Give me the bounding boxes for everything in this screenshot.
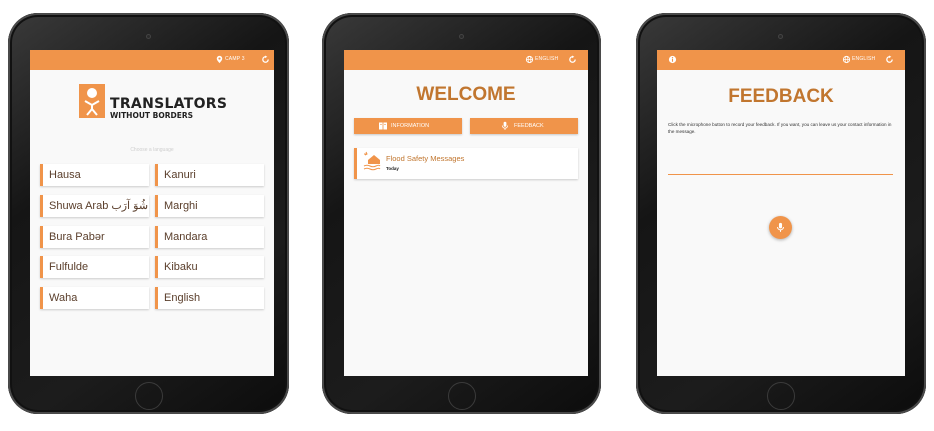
- home-button[interactable]: [767, 382, 795, 410]
- language-label[interactable]: ENGLISH: [852, 56, 875, 62]
- language-mandara[interactable]: Mandara: [155, 226, 264, 248]
- camera-dot: [459, 34, 464, 39]
- refresh-icon[interactable]: [568, 55, 577, 64]
- message-date: Today: [386, 166, 399, 171]
- location-label[interactable]: CAMP 3: [225, 56, 245, 62]
- tablet-feedback: ENGLISH FEEDBACK Click the microphone bu…: [636, 13, 926, 414]
- feedback-screen: ENGLISH FEEDBACK Click the microphone bu…: [657, 50, 905, 376]
- language-kibaku[interactable]: Kibaku: [155, 256, 264, 278]
- welcome-screen: ENGLISH WELCOME INFORMATION FEEDBACK Flo…: [344, 50, 588, 376]
- language-fulfulde[interactable]: Fulfulde: [40, 256, 149, 278]
- language-kanuri[interactable]: Kanuri: [155, 164, 264, 186]
- refresh-icon[interactable]: [885, 55, 894, 64]
- camera-dot: [146, 34, 151, 39]
- globe-icon: [842, 55, 851, 64]
- feedback-label: FEEDBACK: [514, 123, 544, 129]
- camera-dot: [778, 34, 783, 39]
- home-button[interactable]: [135, 382, 163, 410]
- language-hausa[interactable]: Hausa: [40, 164, 149, 186]
- logo-subtitle: WITHOUT BORDERS: [110, 111, 194, 120]
- tablet-welcome: ENGLISH WELCOME INFORMATION FEEDBACK Flo…: [322, 13, 601, 414]
- pin-icon: [216, 55, 223, 64]
- globe-icon: [525, 55, 534, 64]
- message-card[interactable]: Flood Safety Messages Today: [354, 148, 578, 179]
- top-bar: CAMP 3: [30, 50, 274, 70]
- twb-logo-icon: [79, 84, 105, 118]
- language-bura-pabar[interactable]: Bura Pabər: [40, 226, 149, 248]
- language-label[interactable]: ENGLISH: [535, 56, 558, 62]
- feedback-instructions: Click the microphone button to record yo…: [668, 122, 892, 134]
- language-waha[interactable]: Waha: [40, 287, 149, 309]
- book-icon: [379, 122, 387, 130]
- top-bar: ENGLISH: [657, 50, 905, 70]
- microphone-icon: [501, 121, 509, 130]
- feedback-input-line[interactable]: [668, 174, 893, 175]
- logo-title: TRANSLATORS: [110, 96, 228, 112]
- page-title: FEEDBACK: [728, 86, 834, 107]
- language-shuwa-arab[interactable]: Shuwa Arab شُوَ آرَب: [40, 195, 149, 217]
- message-title: Flood Safety Messages: [386, 154, 465, 163]
- tablet-language-select: CAMP 3 TRANSLATORS WITHOUT BORDERS Choos…: [8, 13, 289, 414]
- info-icon[interactable]: [668, 55, 677, 64]
- information-button[interactable]: INFORMATION: [354, 118, 462, 134]
- microphone-icon: [777, 222, 784, 232]
- top-bar: ENGLISH: [344, 50, 588, 70]
- feedback-button[interactable]: FEEDBACK: [470, 118, 578, 134]
- flood-icon: [363, 151, 381, 171]
- record-button[interactable]: [769, 216, 792, 239]
- home-button[interactable]: [448, 382, 476, 410]
- language-screen: CAMP 3 TRANSLATORS WITHOUT BORDERS Choos…: [30, 50, 274, 376]
- language-english[interactable]: English: [155, 287, 264, 309]
- choose-language-label: Choose a language: [130, 147, 174, 153]
- information-label: INFORMATION: [391, 123, 430, 129]
- refresh-icon[interactable]: [261, 55, 270, 64]
- language-marghi[interactable]: Marghi: [155, 195, 264, 217]
- page-title: WELCOME: [416, 84, 516, 105]
